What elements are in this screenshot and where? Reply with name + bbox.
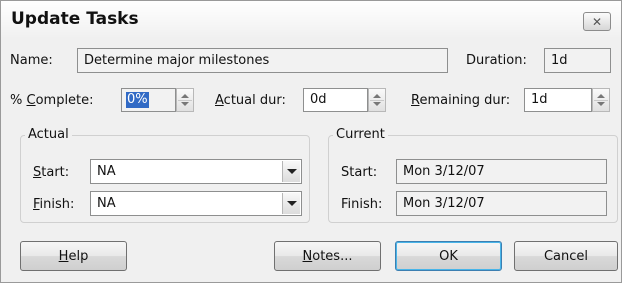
actual-dur-label: Actual dur: xyxy=(215,93,286,108)
chevron-up-icon xyxy=(181,94,189,98)
percent-complete-value: 0% xyxy=(126,92,149,108)
ok-button-label: OK xyxy=(439,248,458,264)
task-name-value: Determine major milestones xyxy=(84,52,270,68)
name-label: Name: xyxy=(10,53,53,68)
actual-dur-value: 0d xyxy=(310,92,327,107)
actual-dur-input[interactable]: 0d xyxy=(303,88,368,112)
current-finish-value: Mon 3/12/07 xyxy=(403,195,485,211)
current-finish-field: Mon 3/12/07 xyxy=(396,191,607,216)
chevron-down-icon xyxy=(373,102,381,106)
dropdown-button[interactable] xyxy=(282,161,300,182)
actual-dur-spinner[interactable] xyxy=(368,88,386,112)
dropdown-button[interactable] xyxy=(282,193,300,214)
duration-value: 1d xyxy=(551,52,568,68)
chevron-down-icon xyxy=(286,169,297,174)
actual-group-title: Actual xyxy=(25,127,72,143)
percent-complete-input[interactable]: 0% xyxy=(121,88,176,112)
remaining-dur-input[interactable]: 1d xyxy=(524,88,592,112)
remaining-dur-value: 1d xyxy=(531,92,548,107)
notes-button[interactable]: Notes... xyxy=(274,241,381,271)
actual-finish-label: Finish: xyxy=(33,197,75,212)
current-start-field: Mon 3/12/07 xyxy=(396,159,607,184)
notes-button-label: Notes... xyxy=(302,248,353,264)
chevron-down-icon xyxy=(286,201,297,206)
update-tasks-dialog: Update Tasks ✕ Name: Determine major mil… xyxy=(0,0,622,283)
chevron-up-icon xyxy=(373,94,381,98)
dialog-title: Update Tasks xyxy=(11,9,139,29)
chevron-down-icon xyxy=(597,102,605,106)
cancel-button[interactable]: Cancel xyxy=(514,241,618,271)
duration-field[interactable]: 1d xyxy=(544,48,611,73)
chevron-up-icon xyxy=(597,94,605,98)
close-icon: ✕ xyxy=(591,14,603,29)
remaining-dur-spinner[interactable] xyxy=(592,88,610,112)
help-button-label: Help xyxy=(58,248,89,264)
actual-start-value: NA xyxy=(97,163,116,179)
cancel-button-label: Cancel xyxy=(543,248,589,264)
percent-complete-spinner[interactable] xyxy=(176,88,194,112)
actual-start-dropdown[interactable]: NA xyxy=(90,159,302,184)
close-button[interactable]: ✕ xyxy=(583,12,611,31)
actual-start-label: Start: xyxy=(33,165,70,180)
title-bar: Update Tasks ✕ xyxy=(1,1,621,39)
actual-finish-dropdown[interactable]: NA xyxy=(90,191,302,216)
actual-finish-value: NA xyxy=(97,195,116,211)
duration-label: Duration: xyxy=(466,53,527,68)
ok-button[interactable]: OK xyxy=(395,241,502,271)
current-start-label: Start: xyxy=(341,165,378,180)
task-name-field[interactable]: Determine major milestones xyxy=(77,48,448,73)
current-group-title: Current xyxy=(333,127,388,143)
remaining-dur-label: Remaining dur: xyxy=(411,93,511,108)
help-button[interactable]: Help xyxy=(20,241,127,271)
current-start-value: Mon 3/12/07 xyxy=(403,163,485,179)
current-finish-label: Finish: xyxy=(341,197,383,212)
chevron-down-icon xyxy=(181,102,189,106)
percent-complete-label: % Complete: xyxy=(10,93,94,108)
